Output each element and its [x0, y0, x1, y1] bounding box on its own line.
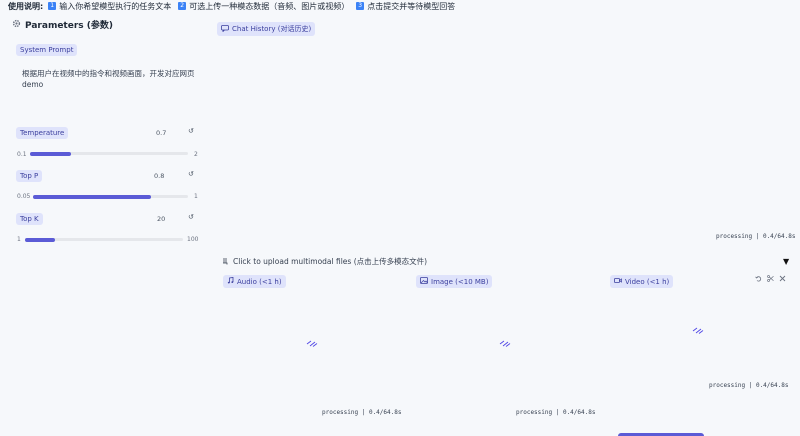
video-scissors-icon[interactable] [767, 275, 774, 284]
parameters-title-text: Parameters (参数) [25, 21, 113, 31]
top-p-min: 0.05 [17, 193, 31, 200]
video-label-text: Video (<1 h) [625, 277, 670, 286]
chat-bubble-icon [221, 24, 229, 34]
step-2-badge: 2 [178, 2, 187, 10]
top-p-reset-icon[interactable]: ↺ [188, 170, 194, 178]
music-note-icon [227, 277, 234, 286]
image-label-text: Image (<10 MB) [431, 277, 489, 286]
video-upload-icon[interactable] [692, 327, 704, 336]
temperature-reset-icon[interactable]: ↺ [188, 127, 194, 135]
usage-instructions: 使用说明: 1 输入你希望模型执行的任务文本 2 可选上传一种模态数据（音频、图… [8, 0, 459, 12]
temperature-label: Temperature [16, 127, 69, 139]
gear-icon [12, 19, 21, 31]
audio-processing-status: processing | 0.4/64.8s [322, 409, 402, 416]
image-icon [420, 277, 428, 286]
top-k-reset-icon[interactable]: ↺ [188, 213, 194, 221]
audio-label: Audio (<1 h) [223, 275, 286, 288]
video-camera-icon [614, 277, 622, 286]
top-k-label: Top K [16, 213, 43, 225]
video-clear-icon[interactable] [779, 275, 786, 284]
temperature-slider-fill[interactable] [30, 151, 72, 156]
step-3-badge: 3 [356, 2, 365, 10]
step-1-text: 输入你希望模型执行的任务文本 [59, 1, 172, 11]
top-k-slider-fill[interactable] [25, 237, 56, 242]
temperature-value[interactable]: 0.7 [156, 129, 166, 137]
image-upload-icon[interactable] [499, 340, 511, 349]
top-k-max: 100 [187, 236, 199, 243]
temperature-max: 2 [194, 151, 198, 158]
parameters-title: Parameters (参数) [12, 18, 113, 31]
video-undo-icon[interactable] [755, 275, 762, 284]
top-p-slider-fill[interactable] [33, 194, 151, 199]
temperature-min: 0.1 [17, 151, 27, 158]
top-k-min: 1 [17, 236, 21, 243]
video-label: Video (<1 h) [610, 275, 674, 288]
collapse-toggle-icon[interactable]: ▼ [783, 257, 789, 266]
chat-processing-status: processing | 0.4/64.8s [716, 233, 796, 240]
image-label: Image (<10 MB) [416, 275, 493, 288]
top-p-max: 1 [194, 193, 198, 200]
system-prompt-textarea[interactable]: 根据用户在视频中的指令和视频画面，开发对应网页demo [22, 68, 198, 90]
top-p-label: Top P [16, 170, 43, 182]
image-processing-status: processing | 0.4/64.8s [516, 409, 596, 416]
system-prompt-label: System Prompt [16, 44, 78, 56]
audio-label-text: Audio (<1 h) [237, 277, 282, 286]
step-3-text: 点击提交并等待模型回答 [367, 1, 456, 11]
chat-history-label-text: Chat History (对话历史) [232, 25, 312, 33]
upload-header-icon [222, 257, 229, 267]
step-2-text: 可选上传一种模态数据（音频、图片或视频） [189, 1, 350, 11]
step-1-badge: 1 [48, 2, 57, 10]
video-processing-status: processing | 0.4/64.8s [709, 382, 789, 389]
audio-upload-icon[interactable] [306, 340, 318, 349]
usage-label: 使用说明: [8, 1, 44, 11]
top-p-value[interactable]: 0.8 [154, 172, 164, 180]
top-k-value[interactable]: 20 [157, 215, 165, 223]
upload-header-text: Click to upload multimodal files (点击上传多模… [233, 257, 428, 266]
chat-history-label: Chat History (对话历史) [217, 22, 316, 36]
upload-accordion-header[interactable]: Click to upload multimodal files (点击上传多模… [222, 256, 427, 267]
